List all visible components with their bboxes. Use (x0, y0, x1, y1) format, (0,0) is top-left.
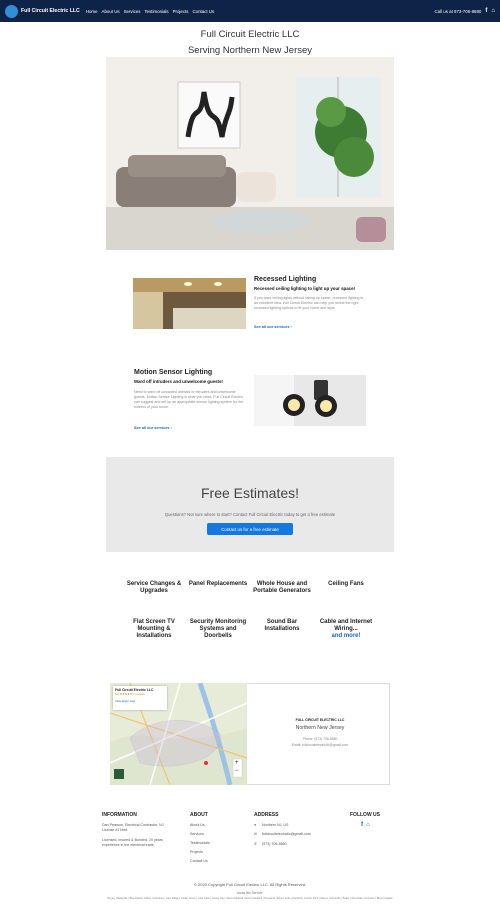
motion-sensor-image (254, 375, 366, 426)
footer-link-about[interactable]: About Us (190, 823, 205, 828)
nav-phone[interactable]: Call us at 973-706-8680 (435, 9, 482, 14)
page-subtitle: Serving Northern New Jersey (187, 45, 313, 56)
feature-title-motion: Motion Sensor Lighting (134, 369, 213, 376)
nav-about-us[interactable]: About Us (102, 9, 120, 14)
feature-title-recessed: Recessed Lighting (254, 276, 317, 283)
nav-testimonials[interactable]: Testimonials (144, 9, 168, 14)
footer-link-services[interactable]: Services (190, 832, 204, 837)
footer-link-contact[interactable]: Contact Us (190, 859, 208, 864)
service-item: Whole House and Portable Generators (253, 581, 311, 594)
zoom-in-icon[interactable]: + (235, 760, 239, 766)
facebook-footer-icon[interactable]: f (361, 822, 363, 828)
phone-label: Phone: (973) 706-8680 (302, 737, 338, 741)
feature-body-motion: Need to ward off unwanted animals or int… (134, 390, 244, 409)
home-icon[interactable]: ⌂ (491, 8, 495, 14)
footer-information-text1: Dan Pearson, Electrical Contractor, NJ L… (102, 823, 164, 832)
company-label: FULL CIRCUIT ELECTRIC LLC (295, 718, 345, 722)
map-card-rating: 5.0 ★★★★★ 7 reviews (115, 692, 145, 696)
email-icon: ✉ (254, 832, 258, 836)
feature-subtitle-recessed: Recessed ceiling lighting to light up yo… (254, 286, 355, 291)
nav-services[interactable]: Services (124, 9, 141, 14)
footer-information-text2: Licensed, insured & Bonded. 20 years exp… (102, 838, 163, 847)
map-contact-info: FULL CIRCUIT ELECTRIC LLC Northern New J… (250, 683, 390, 785)
services-more: and more! (331, 633, 361, 639)
recessed-lighting-image (133, 278, 246, 329)
footer-email-line[interactable]: fullcircuitelectricllc@gmail.com (262, 832, 311, 837)
free-estimates-section (106, 457, 394, 552)
email-label: Email: fullcircuitelectricllc@gmail.com (291, 743, 349, 747)
google-map[interactable]: Full Circuit Electric LLC 5.0 ★★★★★ 7 re… (110, 683, 247, 785)
nav-right: Call us at 973-706-8680 f ⌂ (435, 8, 496, 14)
view-larger-map-link[interactable]: View larger map (115, 699, 165, 703)
service-item: Security Monitoring Systems and Doorbell… (189, 619, 247, 639)
free-estimate-button[interactable]: Contact us for a free estimate (207, 523, 293, 535)
feature-subtitle-motion: Ward off intruders and unwelcome guests! (134, 379, 223, 384)
brand-name[interactable]: Full Circuit Electric LLC (21, 8, 80, 14)
areas-title: Areas We Service: (236, 891, 264, 895)
nav-projects[interactable]: Projects (173, 9, 189, 14)
zoom-out-icon[interactable]: − (235, 768, 239, 774)
footer-information-title: INFORMATION (102, 812, 137, 818)
nav-home[interactable]: Home (86, 9, 98, 14)
region-label: Northern New Jersey (295, 725, 345, 731)
footer-address-title: ADDRESS (254, 812, 279, 818)
facebook-icon[interactable]: f (485, 8, 487, 14)
nav-menu: Home About Us Services Testimonials Proj… (86, 9, 214, 14)
nav-contact-us[interactable]: Contact Us (192, 9, 214, 14)
footer-phone-line[interactable]: (973) 706-8680 (262, 842, 287, 847)
footer-about-title: ABOUT (190, 812, 208, 818)
areas-list: Bayley | Belleville | Bloomfield | Clift… (107, 897, 393, 900)
service-item: Ceiling Fans (328, 581, 364, 587)
service-item: Flat Screen TV Mounting & Installations (133, 619, 175, 639)
logo-icon[interactable] (5, 4, 18, 18)
service-item: Cable and Internet Wiring... (319, 619, 373, 632)
see-all-services-link-1[interactable]: See all our services › (254, 325, 292, 329)
map-info-card: Full Circuit Electric LLC 5.0 ★★★★★ 7 re… (113, 686, 167, 710)
feature-body-recessed: If you want ceiling lights without takin… (254, 296, 364, 310)
service-item: Sound Bar Installations (264, 619, 300, 632)
top-navbar: Full Circuit Electric LLC Home About Us … (0, 0, 500, 22)
phone-icon: ✆ (254, 842, 258, 846)
free-estimates-title: Free Estimates! (200, 485, 300, 501)
service-item: Panel Replacements (188, 581, 248, 587)
page-title: Full Circuit Electric LLC (200, 29, 300, 40)
service-item: Service Changes & Upgrades (126, 581, 182, 594)
footer-follow-title: FOLLOW US (350, 812, 380, 818)
location-icon: ● (254, 823, 257, 827)
footer-address-line: Northern NJ, US (262, 823, 289, 827)
home-footer-icon[interactable]: ⌂ (366, 822, 370, 828)
hero-image (106, 57, 394, 250)
free-estimates-text: Questions? Not sure where to start? Cont… (164, 512, 336, 517)
footer-link-projects[interactable]: Projects (190, 850, 203, 855)
see-all-services-link-2[interactable]: See all our services › (134, 426, 172, 430)
footer-link-testimonials[interactable]: Testimonials (190, 841, 210, 846)
copyright-text: © 2020 Copyright Full Circuit Electric L… (193, 882, 307, 887)
